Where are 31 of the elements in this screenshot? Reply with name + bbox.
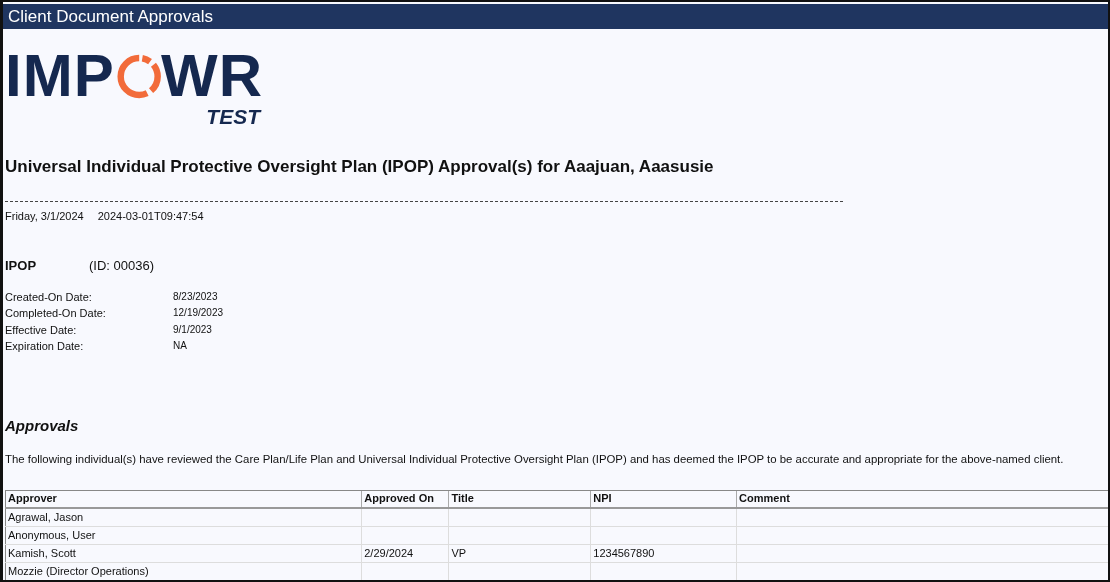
report-timestamp: 2024-03-01T09:47:54: [97, 209, 204, 223]
table-cell: 1234567890: [590, 544, 737, 563]
table-cell: 2/29/2024: [361, 544, 449, 563]
column-header: Approver: [5, 490, 362, 508]
field-label: Completed-On Date:: [5, 306, 107, 322]
report-date: Friday, 3/1/2024: [5, 209, 84, 223]
logo-text: IMP: [5, 51, 115, 101]
field-label: Expiration Date:: [5, 339, 85, 355]
field-value: 9/1/2023: [173, 322, 212, 337]
document-type: IPOP: [5, 258, 38, 274]
field-label: Effective Date:: [5, 322, 78, 338]
column-header: NPI: [590, 490, 737, 508]
section-title: Approvals: [5, 416, 80, 435]
table-cell: Mozzie (Director Operations): [5, 562, 362, 580]
field-value: 12/19/2023: [173, 306, 224, 321]
document-id: (ID: 00036): [89, 258, 155, 274]
window-title: Client Document Approvals: [3, 4, 1108, 29]
field-value: 8/23/2023: [173, 290, 218, 304]
description-text: The following individual(s) have reviewed the Care Plan/Life Plan and Universal Individual Protective Oversight Plan (IPOP) and has deemed the IPOP to be accurate and appropriate for the above-named client.: [5, 451, 1065, 466]
column-header: Approved On: [361, 490, 449, 508]
page-heading: Universal Individual Protective Oversight Plan (IPOP) Approval(s) for Aaajuan, Aaasusie: [5, 157, 715, 177]
table-cell: Kamish, Scott: [5, 544, 362, 563]
logo-subtitle: TEST: [206, 106, 263, 128]
column-header: Comment: [736, 490, 1108, 508]
table-cell: VP: [448, 544, 591, 563]
column-header: Title: [448, 490, 591, 508]
table-cell: Anonymous, User: [5, 526, 362, 545]
table-cell: Agrawal, Jason: [5, 507, 362, 527]
field-label: Created-On Date:: [5, 290, 93, 305]
field-value: NA: [173, 339, 187, 354]
logo-text: WR: [161, 51, 263, 101]
